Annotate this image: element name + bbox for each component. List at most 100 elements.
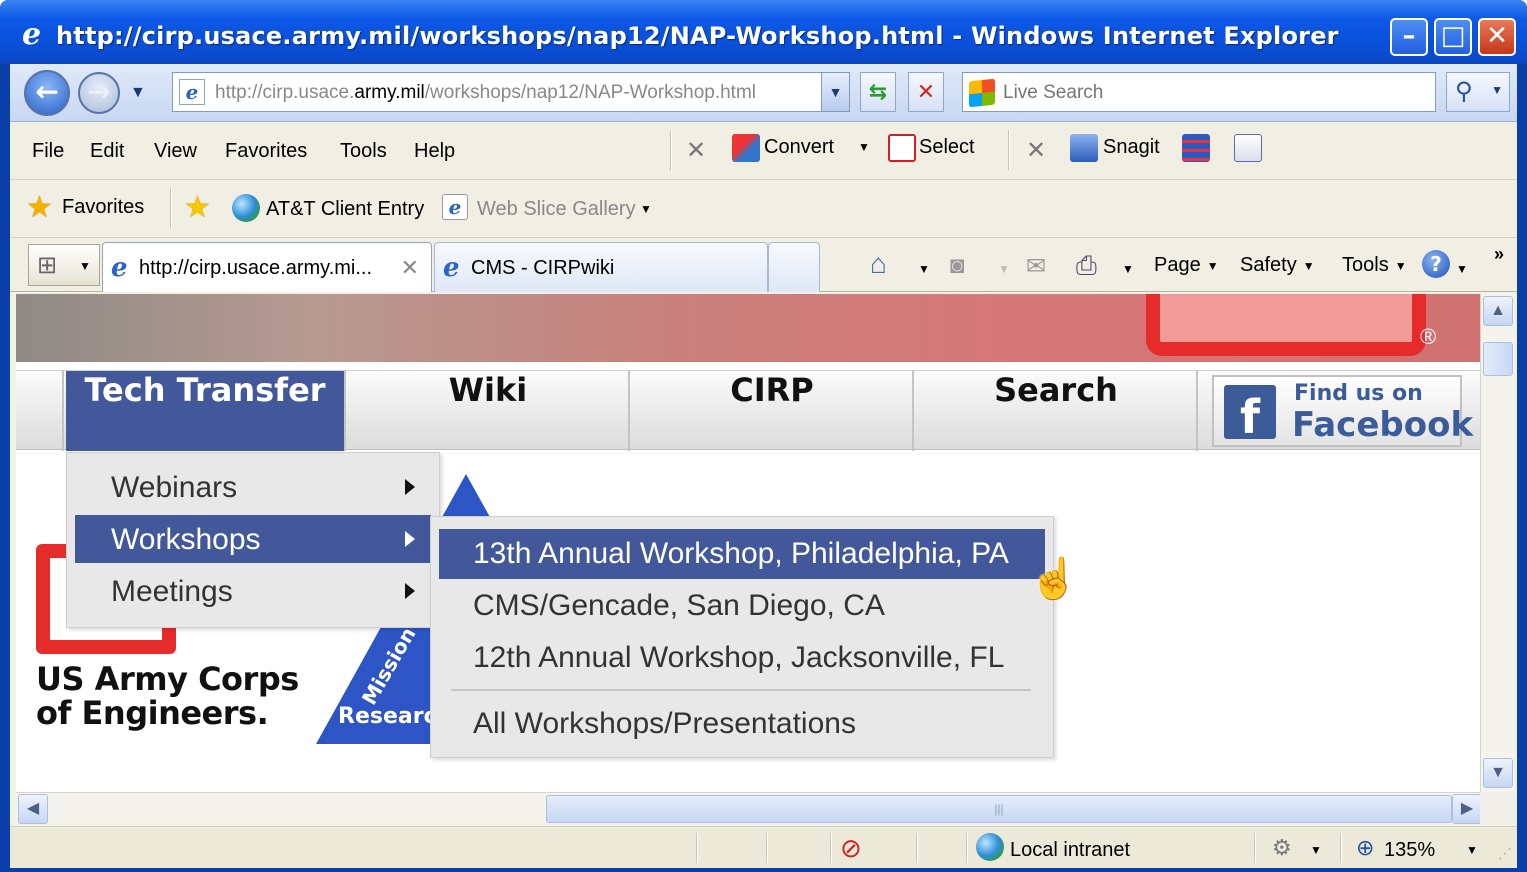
menu-item-workshops[interactable]: Workshops [75,515,431,563]
workshops-submenu: 13th Annual Workshop, Philadelphia, PA ☝… [430,516,1079,758]
window-title: http://cirp.usace.army.mil/workshops/nap… [56,22,1339,50]
select-button[interactable]: Select [919,136,975,159]
tools-menu[interactable]: Tools ▼ [1342,254,1407,277]
tab-list-dropdown-icon[interactable]: ▼ [79,259,91,273]
scroll-left-icon[interactable]: ◀ [18,794,48,824]
title-bar[interactable]: e http://cirp.usace.army.mil/workshops/n… [0,0,1527,64]
close-snagit-toolbar-icon[interactable]: ✕ [1026,136,1046,165]
feeds-icon[interactable]: ◙ [950,252,965,280]
menu-item-meetings[interactable]: Meetings [75,567,431,615]
snagit-editor-icon[interactable] [1234,134,1262,162]
submenu-item-label: CMS/Gencade, San Diego, CA [473,589,885,622]
security-zone-label[interactable]: Local intranet [1010,839,1130,862]
usace-line-1: US Army Corps [36,660,299,698]
scrollbar-corner [1480,792,1514,824]
menu-file[interactable]: File [32,140,64,163]
minimize-button[interactable]: – [1390,18,1428,56]
vertical-scrollbar[interactable]: ▲ ▼ [1480,294,1514,792]
favorites-button[interactable]: Favorites [62,196,144,219]
help-icon[interactable]: ? [1422,250,1450,278]
print-icon[interactable]: ⎙ [1076,250,1097,282]
new-tab-button[interactable] [768,242,820,292]
browser-frame: ← → ▼ e http://cirp.usace.army.mil/works… [10,64,1517,868]
menu-edit[interactable]: Edit [90,140,124,163]
nav-search[interactable]: Search [916,371,1198,451]
quick-tabs-button[interactable]: ⊞ ▼ [28,244,100,286]
scroll-right-icon[interactable]: ▶ [1452,794,1482,824]
web-slice-gallery-link[interactable]: Web Slice Gallery [477,198,636,221]
address-dropdown-icon[interactable]: ▼ [821,73,849,111]
convert-dropdown-icon[interactable]: ▼ [858,140,870,154]
convert-button[interactable]: Convert [764,136,834,159]
submenu-item-jacksonville[interactable]: 12th Annual Workshop, Jacksonville, FL [439,633,1045,683]
home-dropdown-icon[interactable]: ▼ [918,262,930,276]
address-url[interactable]: http://cirp.usace.army.mil/workshops/nap… [215,82,756,104]
maximize-button[interactable]: □ [1434,18,1472,56]
help-dropdown-icon[interactable]: ▼ [1456,262,1468,276]
menu-item-label: Webinars [111,471,238,504]
page-menu[interactable]: Page ▼ [1154,254,1219,277]
nav-wiki[interactable]: Wiki [348,371,630,451]
refresh-button[interactable]: ⇆ [860,72,896,112]
submenu-item-philadelphia[interactable]: 13th Annual Workshop, Philadelphia, PA ☝ [439,529,1079,601]
facebook-badge[interactable]: f Find us on Facebook [1212,375,1473,447]
menu-tools[interactable]: Tools [340,140,387,163]
nav-cirp[interactable]: CIRP [632,371,914,451]
site-nav-bar: Tech Transfer Wiki CIRP Search f Find us… [16,370,1480,451]
zoom-icon: ⊕ [1356,835,1375,860]
snagit-button[interactable]: Snagit [1103,136,1160,159]
chevron-more-icon[interactable]: » [1494,244,1504,265]
back-button[interactable]: ← [24,70,70,116]
protected-mode-icon[interactable]: ⚙ [1272,835,1292,861]
submenu-item-san-diego[interactable]: CMS/Gencade, San Diego, CA [439,581,1045,631]
menu-help[interactable]: Help [414,140,455,163]
forward-button[interactable]: → [78,72,120,114]
scroll-down-icon[interactable]: ▼ [1483,758,1513,788]
close-tab-icon[interactable]: ✕ [401,255,419,281]
zoom-dropdown-icon[interactable]: ▼ [1466,843,1478,857]
web-slice-dropdown-icon[interactable]: ▼ [640,202,652,216]
menu-view[interactable]: View [154,140,197,163]
resize-grip-icon[interactable]: ⋰ [1498,845,1512,862]
tab-cms-cirpwiki[interactable]: e CMS - CIRPwiki [434,242,768,292]
menu-favorites[interactable]: Favorites [225,140,307,163]
favorites-separator [170,188,172,228]
scroll-up-icon[interactable]: ▲ [1483,296,1513,326]
site-banner: ® [16,294,1480,362]
read-mail-icon[interactable]: ✉ [1026,252,1046,281]
protected-mode-dropdown-icon[interactable]: ▼ [1310,843,1322,857]
submenu-arrow-icon [405,479,415,495]
submenu-item-all-workshops[interactable]: All Workshops/Presentations [439,699,1045,749]
add-to-favorites-icon[interactable]: ★ [184,190,211,225]
privacy-icon[interactable]: ⊘ [840,833,862,864]
search-button[interactable]: ⚲ ▼ [1446,72,1510,112]
browser-window: e http://cirp.usace.army.mil/workshops/n… [0,0,1527,872]
print-dropdown-icon[interactable]: ▼ [1122,262,1134,276]
att-client-entry-link[interactable]: AT&T Client Entry [266,198,424,221]
search-box[interactable] [962,72,1436,112]
snagit-capture-icon[interactable] [1182,134,1210,162]
url-prefix: http://cirp.usace. [215,82,355,103]
home-icon[interactable]: ⌂ [870,248,887,280]
status-separator [916,833,918,863]
safety-menu[interactable]: Safety ▼ [1240,254,1315,277]
close-button[interactable]: ✕ [1478,18,1516,56]
search-input[interactable] [1003,79,1423,107]
search-options-dropdown-icon[interactable]: ▼ [1491,83,1503,97]
horizontal-scroll-thumb[interactable]: ||| [546,795,1452,823]
address-bar[interactable]: e http://cirp.usace.army.mil/workshops/n… [172,72,850,112]
snagit-icon [1070,134,1098,162]
tab-cirp-workshop[interactable]: e http://cirp.usace.army.mi... ✕ [102,242,432,292]
nav-tech-transfer[interactable]: Tech Transfer [66,371,346,451]
history-dropdown-icon[interactable]: ▼ [130,84,146,102]
menu-item-webinars[interactable]: Webinars [75,463,431,511]
vertical-scroll-thumb[interactable] [1483,342,1513,376]
favorites-bar: ★ Favorites ★ AT&T Client Entry e Web Sl… [10,180,1517,238]
quick-tabs-grid-icon: ⊞ [37,252,58,279]
menu-item-label: Workshops [111,523,261,556]
close-toolbar-icon[interactable]: ✕ [686,136,706,165]
globe-icon [232,194,260,222]
stop-button[interactable]: ✕ [908,72,944,112]
zoom-level[interactable]: 135% [1384,839,1435,862]
horizontal-scrollbar[interactable]: ◀ ||| ▶ [16,792,1482,824]
